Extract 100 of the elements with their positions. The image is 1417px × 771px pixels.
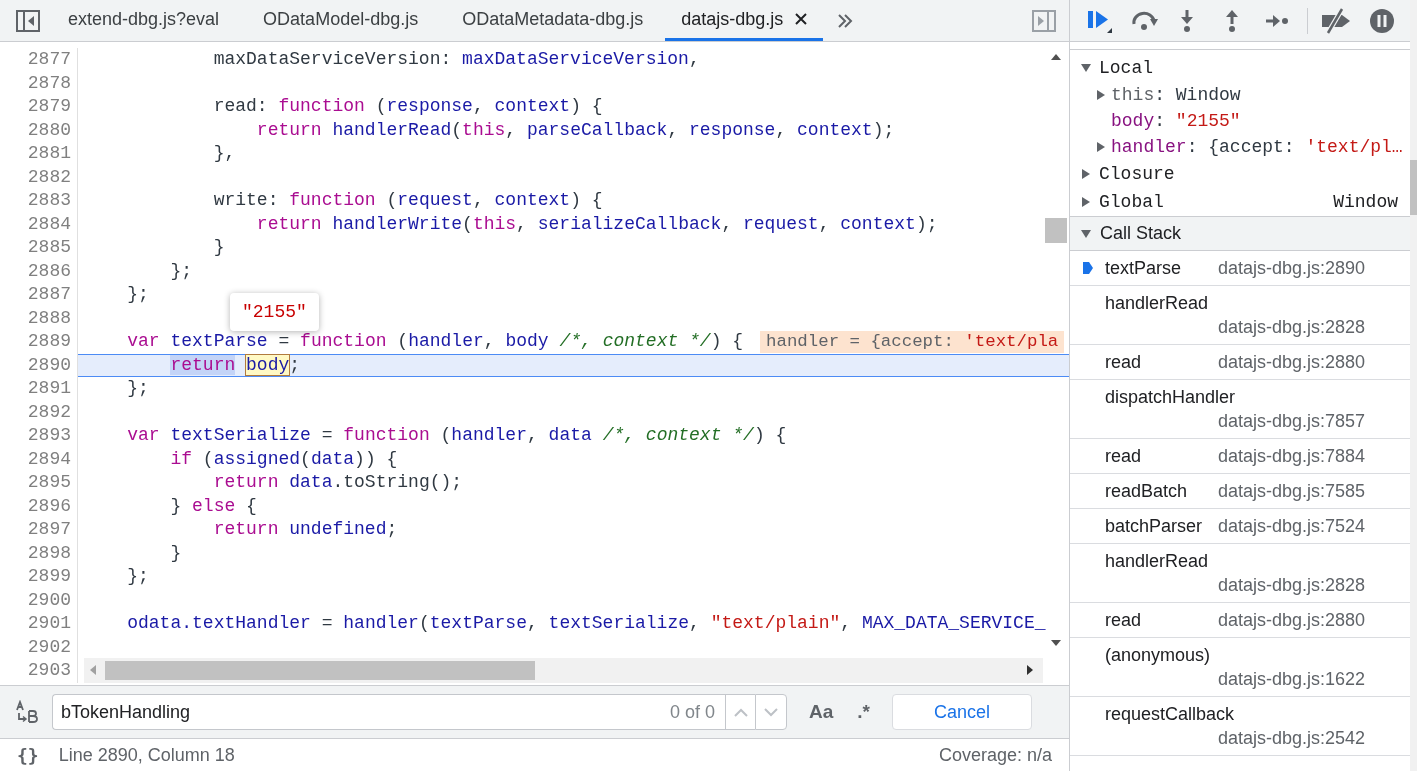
pause-on-exceptions-icon[interactable] (1369, 7, 1395, 34)
sidebar-toggle-icon[interactable] (1032, 9, 1056, 32)
line-number: 2899 (0, 565, 78, 589)
disclosure-triangle-icon[interactable] (1080, 63, 1092, 73)
source-link[interactable]: datajs-dbg.js:2890 (1217, 256, 1365, 280)
regex-button[interactable]: .* (857, 697, 871, 727)
function-name[interactable]: read (1105, 608, 1154, 632)
line-number: 2888 (0, 306, 78, 330)
close-icon[interactable] (795, 13, 808, 25)
code-line: } (212, 236, 225, 259)
function-name[interactable]: requestCallback (1105, 702, 1247, 726)
cancel-button[interactable]: Cancel (892, 694, 1033, 730)
coverage-status: Coverage: n/a (938, 743, 1052, 767)
tab[interactable]: ODataMetadata-dbg.js (440, 0, 666, 41)
source-link[interactable]: datajs-dbg.js:7884 (1217, 444, 1365, 468)
code-line: }, (212, 142, 236, 165)
line-number: 2885 (0, 236, 78, 260)
function-name[interactable]: handlerRead (1105, 549, 1221, 573)
match-case-button[interactable]: Aa (809, 697, 834, 727)
code-line: return handlerWrite(this, serializeCallback, request, context); (255, 212, 938, 236)
function-name[interactable]: dispatchHandler (1105, 385, 1248, 409)
step-icon[interactable] (1265, 12, 1289, 29)
search-field[interactable]: bTokenHandling (52, 694, 670, 730)
disclosure-triangle-icon[interactable] (1080, 228, 1092, 239)
line-number: 2896 (0, 494, 78, 518)
disclosure-triangle-icon[interactable] (1081, 196, 1091, 208)
line-number: 2893 (0, 424, 78, 448)
tab[interactable]: extend-dbg.js?eval (46, 0, 242, 41)
disclosure-triangle-icon[interactable] (1096, 89, 1106, 101)
line-number: 2894 (0, 447, 78, 471)
scrollbar-thumb[interactable] (1410, 160, 1417, 215)
line-number: 2887 (0, 283, 78, 307)
source-link[interactable]: datajs-dbg.js:2880 (1217, 608, 1365, 632)
code-line: } else { (169, 494, 257, 518)
code-line: var textSerialize = function (handler, data /*, context */) { (126, 424, 787, 447)
sidebar-toggle-icon[interactable] (16, 9, 40, 32)
source-link[interactable]: datajs-dbg.js:2828 (1217, 573, 1365, 597)
deactivate-breakpoints-icon[interactable] (1320, 7, 1352, 34)
code-line: write: function (request, context) { (212, 189, 603, 212)
line-number: 2880 (0, 118, 78, 142)
value-tooltip: "2155" (230, 292, 319, 331)
line-number: 2884 (0, 212, 78, 236)
code-line: }; (169, 259, 193, 283)
scope-section[interactable]: Closure (1099, 160, 1175, 188)
code-line: var textParse = function (handler, body /*, context */) { (126, 330, 744, 353)
function-name[interactable]: read (1105, 350, 1154, 374)
function-name[interactable]: (anonymous) (1105, 643, 1223, 667)
scrollbar-thumb[interactable] (1045, 218, 1067, 243)
code-line: return handlerRead(this, parseCallback, response, context); (255, 118, 895, 142)
code-line: maxDataServiceVersion: maxDataServiceVersion, (212, 48, 700, 71)
source-link[interactable]: datajs-dbg.js:2828 (1217, 315, 1365, 339)
scope-variable: this: Window (1111, 83, 1241, 107)
function-name[interactable]: read (1105, 444, 1154, 468)
scroll-right-icon[interactable] (1026, 664, 1034, 676)
code-line: if (assigned(data)) { (169, 447, 398, 471)
line-number: 2903 (0, 659, 78, 683)
line-number: 2891 (0, 377, 78, 401)
replace-toggle-icon[interactable] (14, 700, 38, 724)
function-name[interactable]: batchParser (1105, 514, 1215, 538)
code-line: } (169, 541, 182, 565)
source-link[interactable]: datajs-dbg.js:7857 (1217, 409, 1365, 433)
disclosure-triangle-icon[interactable] (1096, 141, 1106, 153)
line-number: 2895 (0, 471, 78, 495)
function-name[interactable]: readBatch (1105, 479, 1200, 503)
pretty-print-button[interactable]: {} (17, 741, 39, 769)
inline-value: handler = {accept: 'text/pla (760, 330, 1065, 353)
line-number: 2881 (0, 142, 78, 166)
code-line: }; (126, 377, 149, 400)
source-link[interactable]: datajs-dbg.js:2880 (1217, 350, 1365, 374)
disclosure-triangle-icon[interactable] (1081, 168, 1091, 180)
source-link[interactable]: datajs-dbg.js:2542 (1217, 726, 1365, 750)
code-line: odata.textHandler = handler(textParse, textSerialize, "text/plain", MAX_DATA_SERVICE_ (126, 612, 1046, 635)
code-line: read: function (response, context) { (212, 95, 603, 118)
step-into-icon[interactable] (1179, 8, 1195, 33)
scope-value: Window (1333, 190, 1398, 214)
scrollbar-thumb[interactable] (105, 661, 535, 680)
section-title[interactable]: Call Stack (1100, 220, 1182, 247)
line-number: 2877 (0, 48, 78, 72)
line-number: 2897 (0, 518, 78, 542)
scope-variable: handler: {accept: 'text/pl… (1111, 135, 1403, 159)
scroll-down-icon[interactable] (1050, 639, 1062, 647)
scope-section[interactable]: Global (1099, 188, 1164, 216)
line-number: 2882 (0, 165, 78, 189)
step-over-icon[interactable] (1130, 9, 1160, 32)
chevrons-icon[interactable] (837, 13, 854, 28)
line-number: 2879 (0, 95, 78, 119)
line-number: 2883 (0, 189, 78, 213)
code-line: return undefined; (212, 518, 398, 541)
source-link[interactable]: datajs-dbg.js:7585 (1217, 479, 1365, 503)
source-link[interactable]: datajs-dbg.js:7524 (1217, 514, 1365, 538)
match-count: 0 of 0 (670, 694, 726, 730)
function-name[interactable]: textParse (1105, 256, 1194, 280)
line-number: 2900 (0, 588, 78, 612)
step-out-icon[interactable] (1224, 8, 1240, 33)
scope-section[interactable]: Local (1099, 54, 1153, 82)
function-name[interactable]: handlerRead (1105, 291, 1221, 315)
tab[interactable]: ODataModel-dbg.js (241, 0, 441, 41)
source-link[interactable]: datajs-dbg.js:1622 (1217, 667, 1365, 691)
scroll-up-icon[interactable] (1050, 53, 1062, 61)
line-number: 2886 (0, 259, 78, 283)
